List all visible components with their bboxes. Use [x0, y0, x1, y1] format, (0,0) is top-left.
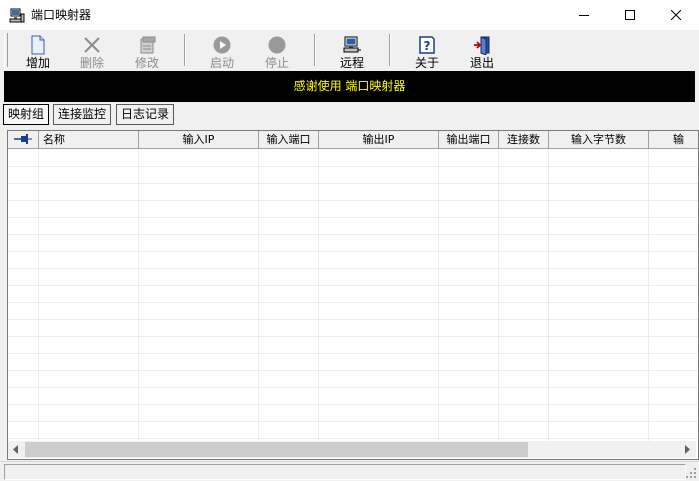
row-divider [8, 251, 698, 252]
row-divider [8, 353, 698, 354]
column-header-connections[interactable]: 连接数 [499, 131, 549, 148]
close-button[interactable] [653, 0, 699, 30]
status-pane [4, 464, 686, 480]
column-header-output-port[interactable]: 输出端口 [439, 131, 499, 148]
column-divider [548, 149, 549, 441]
exit-button[interactable]: 退出 [457, 33, 507, 70]
edit-document-icon [140, 36, 156, 54]
column-header-output-truncated[interactable]: 输 [649, 131, 698, 148]
row-divider [8, 387, 698, 388]
column-header-name[interactable]: 名称 [39, 131, 139, 148]
svg-text:?: ? [424, 39, 431, 53]
pin-icon [14, 134, 32, 144]
column-header-input-port[interactable]: 输入端口 [259, 131, 319, 148]
about-button[interactable]: ? 关于 [402, 33, 452, 70]
toolbar: 增加 删除 修改 启动 停止 远程 ? 关于 退出 [0, 30, 699, 70]
resize-grip-icon[interactable] [685, 467, 697, 479]
column-header-input-bytes[interactable]: 输入字节数 [549, 131, 649, 148]
tab-log[interactable]: 日志记录 [116, 104, 175, 125]
remote-button-label: 远程 [339, 56, 364, 70]
scroll-left-button[interactable] [8, 441, 25, 458]
row-divider [8, 370, 698, 371]
remote-button[interactable]: 远程 [327, 33, 377, 70]
horizontal-scrollbar[interactable] [8, 441, 696, 458]
mapping-grid[interactable]: 名称 输入IP 输入端口 输出IP 输出端口 连接数 输入字节数 输 [7, 130, 699, 460]
row-divider [8, 319, 698, 320]
row-divider [8, 285, 698, 286]
maximize-icon [625, 10, 635, 20]
add-button[interactable]: 增加 [13, 33, 63, 70]
column-divider [258, 149, 259, 441]
remote-computer-icon [343, 36, 361, 53]
minimize-icon [579, 15, 589, 16]
stop-button[interactable]: 停止 [252, 33, 302, 70]
column-header-output-ip[interactable]: 输出IP [319, 131, 439, 148]
delete-button-label: 删除 [79, 56, 104, 70]
play-icon [213, 36, 231, 54]
banner-text: 感谢使用 端口映射器 [293, 79, 406, 93]
column-divider [648, 149, 649, 441]
delete-button[interactable]: 删除 [67, 33, 117, 70]
start-button[interactable]: 启动 [197, 33, 247, 70]
row-divider [8, 166, 698, 167]
row-divider [8, 268, 698, 269]
scroll-left-icon [13, 445, 18, 454]
toolbar-separator [389, 34, 391, 66]
scroll-right-icon [685, 445, 690, 454]
column-divider [138, 149, 139, 441]
start-button-label: 启动 [209, 56, 234, 70]
minimize-button[interactable] [561, 0, 607, 30]
exit-door-icon [474, 36, 490, 55]
toolbar-separator [314, 34, 316, 66]
stop-icon [268, 36, 286, 54]
row-divider [8, 183, 698, 184]
add-button-label: 增加 [25, 56, 50, 70]
welcome-banner: 感谢使用 端口映射器 [4, 71, 695, 102]
network-computer-icon [9, 8, 25, 24]
delete-x-icon [84, 37, 100, 53]
scroll-right-button[interactable] [679, 441, 696, 458]
pin-column-header[interactable] [8, 131, 39, 148]
row-divider [8, 421, 698, 422]
row-divider [8, 200, 698, 201]
scrollbar-thumb[interactable] [25, 442, 528, 457]
row-divider [8, 336, 698, 337]
edit-button-label: 修改 [134, 56, 159, 70]
column-divider [498, 149, 499, 441]
tab-connection-monitor[interactable]: 连接监控 [53, 104, 112, 125]
grid-body [8, 149, 698, 441]
row-divider [8, 302, 698, 303]
toolbar-separator [184, 34, 186, 66]
exit-button-label: 退出 [469, 56, 494, 70]
maximize-button[interactable] [607, 0, 653, 30]
about-button-label: 关于 [414, 56, 439, 70]
column-divider [38, 149, 39, 441]
row-divider [8, 404, 698, 405]
column-header-input-ip[interactable]: 输入IP [139, 131, 259, 148]
row-divider [8, 438, 698, 439]
column-divider [438, 149, 439, 441]
edit-button[interactable]: 修改 [122, 33, 172, 70]
tab-mapping-groups[interactable]: 映射组 [3, 104, 50, 125]
window-title: 端口映射器 [31, 8, 92, 22]
column-divider [318, 149, 319, 441]
help-icon: ? [419, 36, 435, 54]
toolbar-grip [4, 33, 8, 67]
title-bar: 端口映射器 [0, 0, 699, 30]
status-bar [0, 461, 699, 481]
row-divider [8, 234, 698, 235]
row-divider [8, 217, 698, 218]
stop-button-label: 停止 [264, 56, 289, 70]
close-icon [671, 10, 681, 20]
grid-header: 名称 输入IP 输入端口 输出IP 输出端口 连接数 输入字节数 输 [8, 131, 698, 149]
new-document-icon [31, 35, 45, 55]
